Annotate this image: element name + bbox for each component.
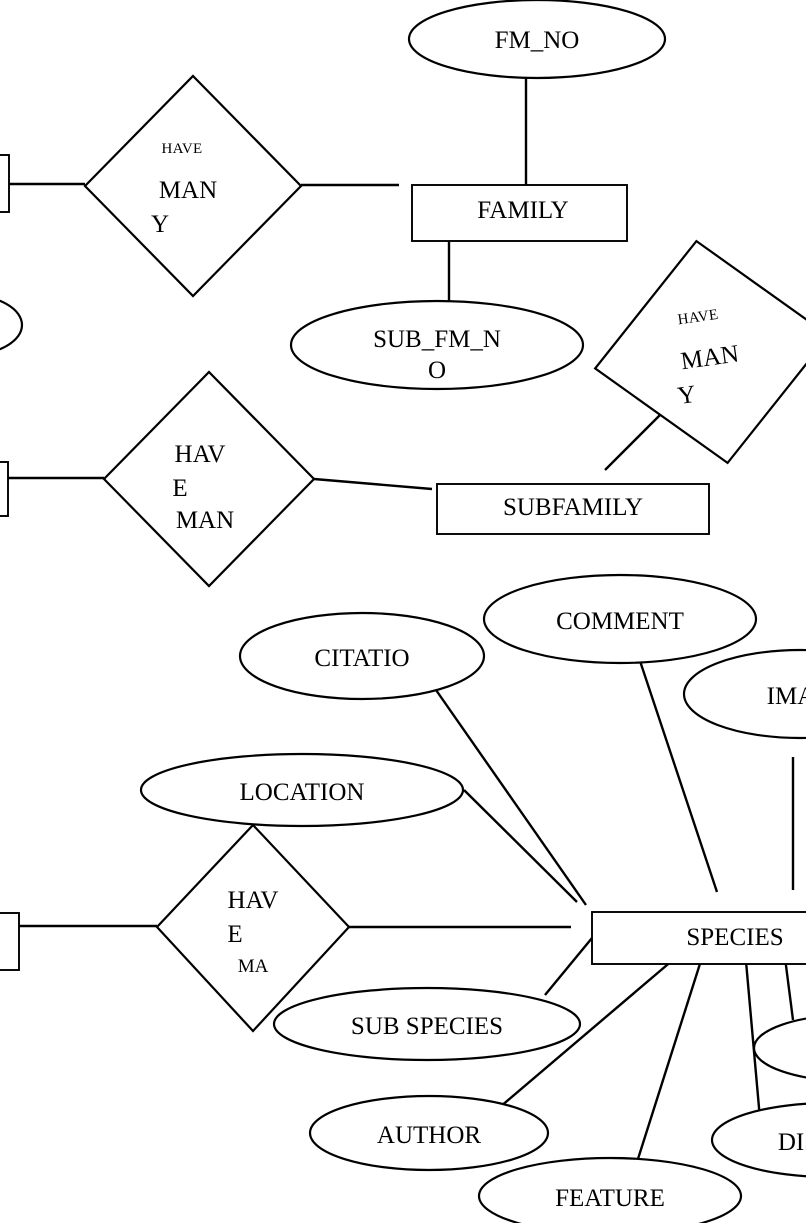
er-diagram-canvas: FM_NO SUB_FM_N O CITATIO COMMENT IMAG	[0, 0, 806, 1223]
attribute-label-fm_no: FM_NO	[495, 27, 580, 54]
relationship-diamond-have-man-left	[102, 370, 316, 588]
entity-subfamily[interactable]: SUBFAMILY	[436, 483, 710, 535]
entity-label-family: FAMILY	[477, 197, 568, 224]
entity-label-subfamily: SUBFAMILY	[503, 494, 643, 521]
relationship-label-have-ma-species-line2: E	[227, 921, 242, 948]
relationship-have-many-subfamily[interactable]: HAVE MAN Y	[580, 225, 806, 480]
attribute-label-sub_species: SUB SPECIES	[351, 1013, 503, 1040]
attribute-label-distribution: DIS	[778, 1129, 806, 1156]
relationship-label-have-ma-species-line3: MA	[238, 956, 269, 977]
relationship-label-have-man-left-line1: HAV	[175, 441, 226, 468]
partial-attribute-ellipse-left	[0, 299, 24, 351]
attribute-feature[interactable]: FEATURE	[477, 1156, 743, 1223]
relationship-label-have-many-family-line1: HAVE	[162, 141, 203, 157]
edge-have-man-right	[313, 477, 433, 491]
partial-entity-box-3	[0, 912, 20, 971]
attribute-label-sub_fm_no: SUB_FM_N	[373, 326, 501, 353]
edge-species-feature	[635, 947, 707, 1163]
relationship-label-have-ma-species-line1: HAV	[228, 887, 279, 914]
relationship-have-many-family[interactable]: HAVE MAN Y	[83, 74, 303, 298]
attribute-fm_no[interactable]: FM_NO	[407, 0, 667, 80]
partial-attribute-ellipse-right	[752, 1017, 806, 1079]
relationship-label-have-many-family-line3: Y	[151, 211, 169, 238]
entity-species[interactable]: SPECIES	[591, 911, 806, 965]
attribute-distribution[interactable]: DIS	[710, 1102, 806, 1178]
attribute-image[interactable]: IMAG	[682, 648, 806, 740]
edge-location-species	[463, 789, 578, 903]
attribute-location[interactable]: LOCATION	[139, 752, 465, 828]
attribute-label-comment: COMMENT	[556, 608, 684, 635]
partial-entity-box-2	[0, 461, 9, 517]
entity-family[interactable]: FAMILY	[411, 184, 628, 242]
er-diagram-svg: FM_NO SUB_FM_N O CITATIO COMMENT IMAG	[0, 0, 806, 1223]
relationship-label-have-many-family-line2: MAN	[159, 177, 217, 204]
relationship-label-have-man-left-line3: MAN	[176, 507, 234, 534]
attribute-sub_species[interactable]: SUB SPECIES	[272, 986, 582, 1062]
attribute-label-location: LOCATION	[240, 779, 365, 806]
edge-species-sub_species	[544, 937, 593, 996]
attribute-citation[interactable]: CITATIO	[238, 611, 486, 701]
attribute-sub_fm_no[interactable]: SUB_FM_N O	[289, 299, 585, 391]
edge-species-distribution	[743, 949, 762, 1120]
relationship-have-man-left[interactable]: HAV E MAN	[102, 370, 316, 588]
partial-entity-box-1	[0, 154, 10, 213]
attribute-author[interactable]: AUTHOR	[308, 1094, 550, 1172]
attribute-comment[interactable]: COMMENT	[482, 573, 758, 665]
edge-have-many2-subfamily	[604, 414, 661, 471]
attribute-label-citation: CITATIO	[314, 645, 409, 672]
attribute-label-feature: FEATURE	[555, 1185, 665, 1212]
attribute-label-image: IMAG	[767, 683, 806, 710]
relationship-label-have-man-left-line2: E	[172, 475, 187, 502]
attribute-label-author: AUTHOR	[377, 1122, 481, 1149]
relationship-label-have-many-subfamily-line3: Y	[676, 381, 698, 410]
attribute-label-sub_fm_no-line2: O	[428, 357, 446, 384]
entity-label-species: SPECIES	[686, 924, 783, 951]
